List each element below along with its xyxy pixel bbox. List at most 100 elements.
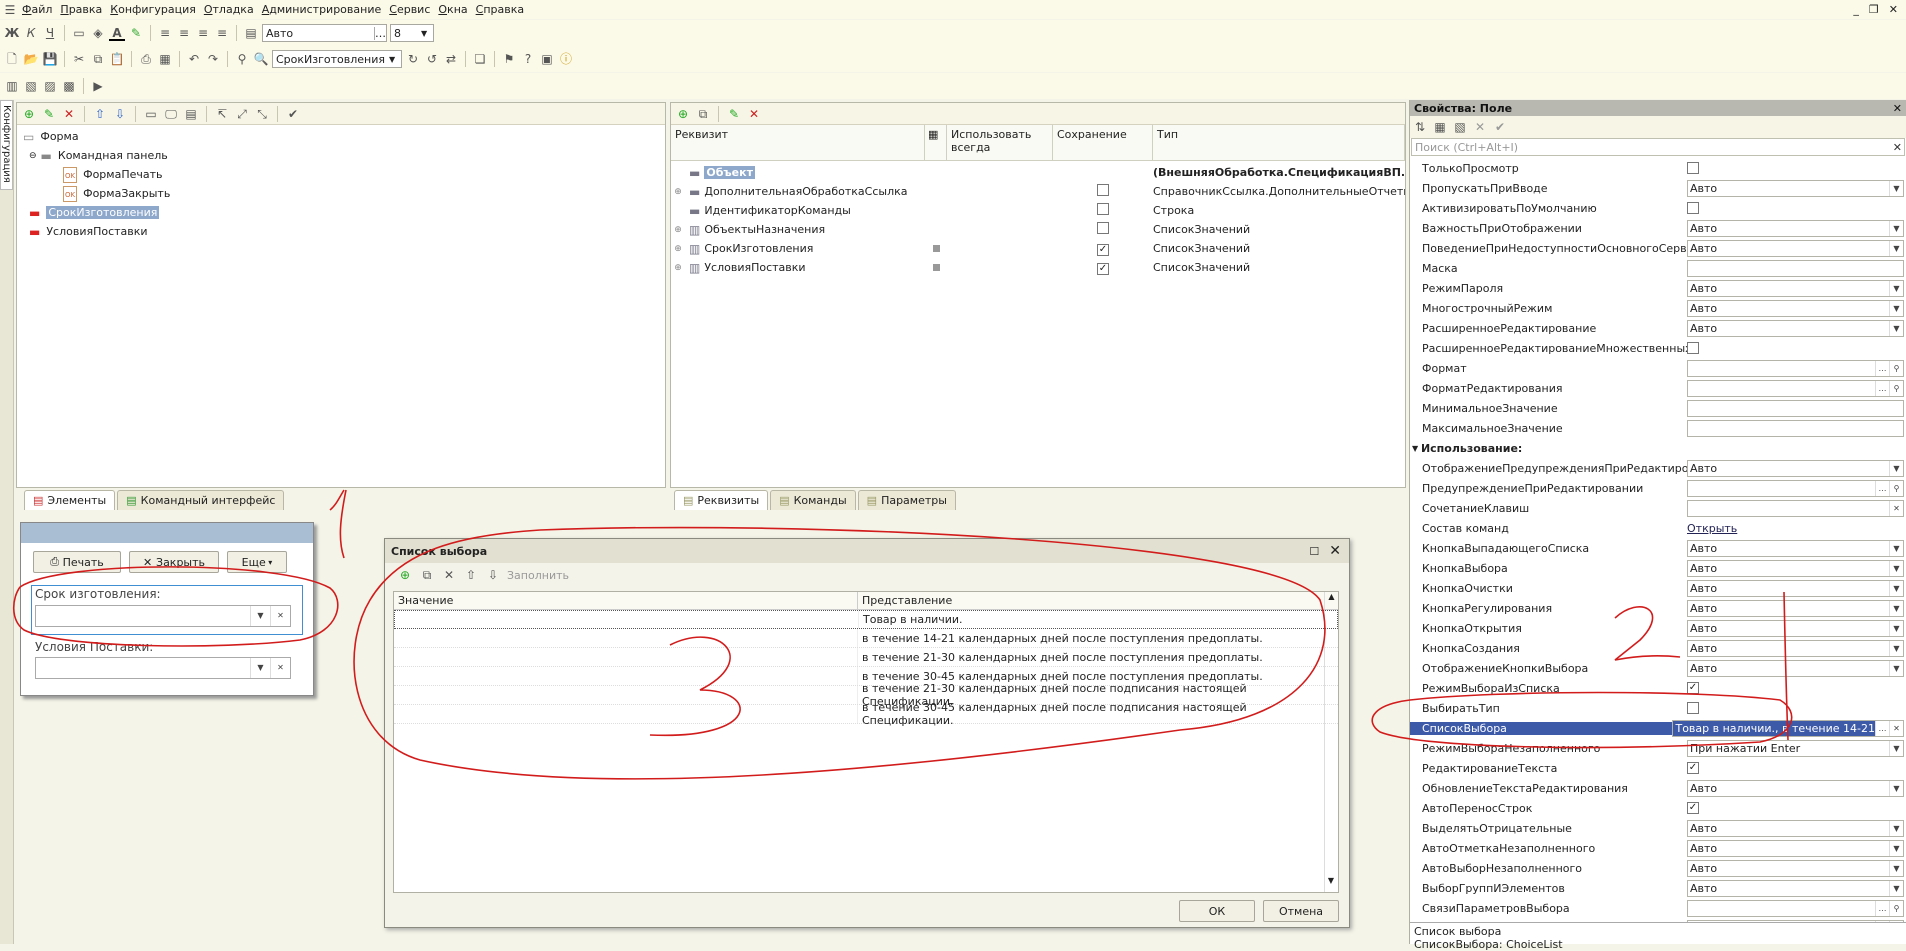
collapse-icon[interactable]: ⊖ <box>29 151 37 161</box>
usloviya-input[interactable]: ▼ ✕ <box>35 657 291 679</box>
tree-item[interactable]: ▬ УсловияПоставки <box>21 222 661 241</box>
expand-icon[interactable]: ⊕ <box>671 187 685 197</box>
reference-icon[interactable]: ▣ <box>539 51 555 67</box>
property-row[interactable]: ОтображениеПредупрежденияПриРедактирован… <box>1410 458 1906 478</box>
property-row[interactable]: ОтображениеКнопкиВыбора Авто ▼ <box>1410 658 1906 678</box>
tab-mid-1[interactable]: ▤ Команды <box>770 490 856 510</box>
add-icon[interactable]: ⊕ <box>21 106 37 122</box>
dropdown-icon[interactable]: ▼ <box>1889 460 1903 476</box>
property-combo[interactable]: Авто ▼ <box>1687 839 1904 857</box>
srok-dropdown-icon[interactable]: ▼ <box>250 606 270 626</box>
property-row[interactable]: МаксимальноеЗначение <box>1410 418 1906 438</box>
check-icon[interactable]: ✔ <box>285 106 301 122</box>
always-indicator[interactable] <box>932 245 940 252</box>
layout-icon[interactable]: ▤ <box>183 106 199 122</box>
copy-row-icon[interactable]: ⧉ <box>419 567 435 583</box>
tree-item[interactable]: ▬ СрокИзготовления <box>21 203 661 222</box>
property-row[interactable]: СвязиПараметровВыбора … ⚲ <box>1410 898 1906 918</box>
bold-icon[interactable]: Ж <box>4 25 20 41</box>
property-combo[interactable]: Авто ▼ <box>1687 299 1904 317</box>
property-row[interactable]: ПоведениеПриНедоступностиОсновногоСервер… <box>1410 238 1906 258</box>
delete-requisite-icon[interactable]: ✕ <box>746 106 762 122</box>
dropdown-icon[interactable]: ▼ <box>1889 280 1903 296</box>
ellipsis-icon[interactable]: … <box>1875 380 1889 396</box>
fill-button[interactable]: Заполнить <box>507 569 569 582</box>
tree-item[interactable]: OK ФормаПечать <box>21 165 661 184</box>
representation-cell[interactable]: в течение 21-30 календарных дней после п… <box>858 651 1338 664</box>
header-save[interactable]: Сохранение <box>1053 125 1153 160</box>
maximize-icon[interactable]: ☐ <box>1309 545 1319 558</box>
property-row[interactable]: РасширенноеРедактированиеМножественныхЗн… <box>1410 338 1906 358</box>
list-item[interactable]: в течение 21-30 календарных дней после п… <box>394 648 1338 667</box>
srok-input[interactable]: ▼ ✕ <box>35 605 291 627</box>
edit-requisite-icon[interactable]: ✎ <box>726 106 742 122</box>
fill-color-icon[interactable]: ◈ <box>90 25 106 41</box>
property-combo[interactable]: При нажатии Enter ▼ <box>1687 739 1904 757</box>
filter-icon[interactable]: ▧ <box>1452 119 1468 135</box>
dropdown-icon[interactable]: ▼ <box>1889 560 1903 576</box>
menu-item-1[interactable]: Правка <box>56 3 106 16</box>
scrollbar[interactable] <box>1324 610 1338 892</box>
row-down-icon[interactable]: ⇩ <box>485 567 501 583</box>
property-combo[interactable]: Авто ▼ <box>1687 279 1904 297</box>
property-combo[interactable]: Авто ▼ <box>1687 819 1904 837</box>
print-icon[interactable]: ⎙ <box>138 51 154 67</box>
property-row[interactable]: ТолькоПросмотр <box>1410 158 1906 178</box>
property-combo[interactable]: Авто ▼ <box>1687 239 1904 257</box>
magnifier-icon[interactable]: ⚲ <box>1889 380 1903 396</box>
dropdown-icon[interactable]: ▼ <box>1889 600 1903 616</box>
print-button[interactable]: ⎙ Печать <box>33 551 121 573</box>
dropdown-icon[interactable]: ▼ <box>1889 540 1903 556</box>
ellipsis-icon[interactable]: … <box>1875 480 1889 496</box>
categorize-icon[interactable]: ▦ <box>1432 119 1448 135</box>
tab-left-0[interactable]: ▤ Элементы <box>24 490 116 510</box>
property-combo[interactable]: Авто ▼ <box>1687 659 1904 677</box>
property-row[interactable]: ПропускатьПриВводе Авто ▼ <box>1410 178 1906 198</box>
property-checkbox[interactable] <box>1687 162 1699 174</box>
property-row[interactable]: ВажностьПриОтображении Авто ▼ <box>1410 218 1906 238</box>
table-row[interactable]: ⊕ ▥ УсловияПоставки ✓ СписокЗначений <box>671 258 1405 277</box>
dropdown-icon[interactable]: ▼ <box>1889 240 1903 256</box>
property-row[interactable]: Состав команд Открыть <box>1410 518 1906 538</box>
property-row[interactable]: МинимальноеЗначение <box>1410 398 1906 418</box>
db-config-icon[interactable]: ▩ <box>61 78 77 94</box>
resize-icon[interactable]: ⤢ <box>234 106 250 122</box>
representation-cell[interactable]: в течение 30-45 календарных дней после п… <box>858 670 1338 683</box>
property-combo[interactable]: Авто ▼ <box>1687 639 1904 657</box>
row-up-icon[interactable]: ⇧ <box>463 567 479 583</box>
menu-item-3[interactable]: Отладка <box>200 3 258 16</box>
new-icon[interactable]: 🗋 <box>4 51 20 67</box>
property-combo[interactable]: Авто ▼ <box>1687 619 1904 637</box>
property-checkbox[interactable]: ✓ <box>1687 682 1699 694</box>
tab-left-1[interactable]: ▤ Командный интерфейс <box>117 490 285 510</box>
representation-cell[interactable]: в течение 14-21 календарных дней после п… <box>858 632 1338 645</box>
property-combo[interactable]: Авто ▼ <box>1687 219 1904 237</box>
property-row[interactable]: АвтоПереносСтрок ✓ <box>1410 798 1906 818</box>
info-icon[interactable]: ⓘ <box>558 51 574 67</box>
undo-icon[interactable]: ↶ <box>186 51 202 67</box>
property-combo[interactable]: Авто ▼ <box>1687 179 1904 197</box>
property-row[interactable]: ПредупреждениеПриРедактировании … ⚲ <box>1410 478 1906 498</box>
expand-icon[interactable]: ⊕ <box>671 244 685 254</box>
property-checkbox[interactable]: ✓ <box>1687 762 1699 774</box>
apply-prop-icon[interactable]: ✔ <box>1492 119 1508 135</box>
edit-icon[interactable]: ✎ <box>41 106 57 122</box>
save-checkbox[interactable] <box>1097 203 1109 215</box>
property-row[interactable]: РасширенноеРедактирование Авто ▼ <box>1410 318 1906 338</box>
property-row[interactable]: РежимПароля Авто ▼ <box>1410 278 1906 298</box>
run-icon[interactable]: ▶ <box>90 78 106 94</box>
windows-icon[interactable]: ❏ <box>472 51 488 67</box>
dropdown-icon[interactable]: ▼ <box>1889 860 1903 876</box>
copy-requisite-icon[interactable]: ⧉ <box>695 106 711 122</box>
property-row[interactable]: ОбновлениеТекстаРедактирования Авто ▼ <box>1410 778 1906 798</box>
property-row[interactable]: КнопкаОткрытия Авто ▼ <box>1410 618 1906 638</box>
header-type[interactable]: Тип <box>1153 125 1405 160</box>
property-row[interactable]: Формат … ⚲ <box>1410 358 1906 378</box>
list-item[interactable]: в течение 14-21 календарных дней после п… <box>394 629 1338 648</box>
table-row[interactable]: ▬ Объект (ВнешняяОбработка.СпецификацияВ… <box>671 163 1405 182</box>
usloviya-clear-icon[interactable]: ✕ <box>270 658 290 678</box>
property-combo[interactable]: Авто ▼ <box>1687 559 1904 577</box>
search-icon[interactable]: 🔍 <box>253 51 269 67</box>
compare-icon[interactable]: ▨ <box>42 78 58 94</box>
more-button[interactable]: Еще ▾ <box>227 551 287 573</box>
